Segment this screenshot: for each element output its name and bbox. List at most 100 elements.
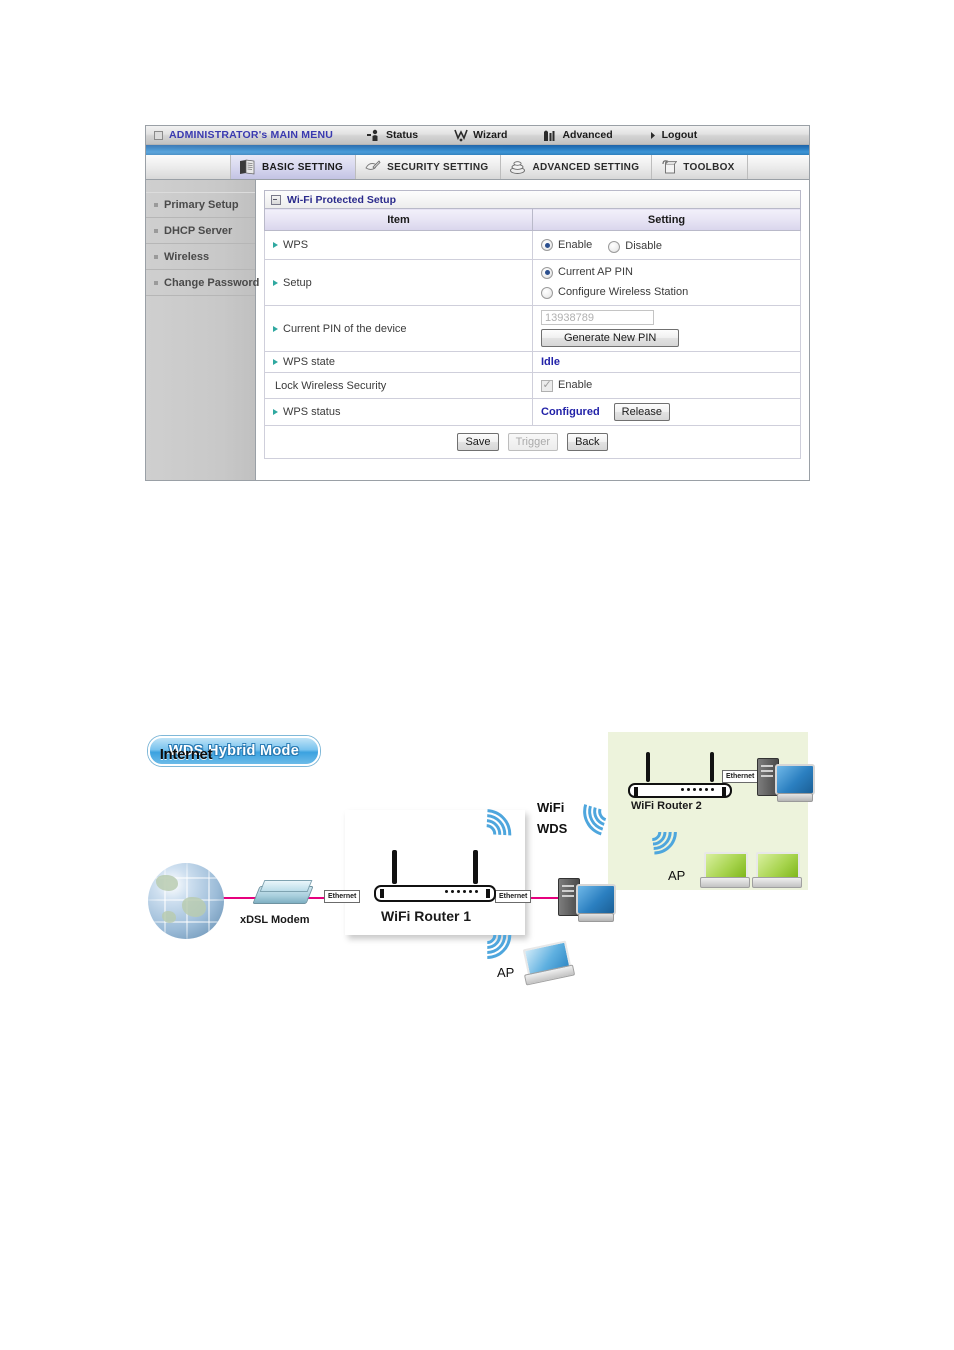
lock-enable-option: Enable: [541, 377, 792, 394]
tab-basic-setting-label: BASIC SETTING: [262, 161, 344, 173]
header-blue-band: [146, 145, 809, 155]
tab-security-setting[interactable]: SECURITY SETTING: [356, 155, 502, 179]
main-menu-items: Status Wizard Advanced Logout: [367, 129, 697, 142]
bullet-icon: [154, 280, 158, 285]
tab-basic-setting[interactable]: BASIC SETTING: [231, 155, 357, 179]
row-setting-pin-cell: Generate New PIN: [532, 305, 801, 352]
trigger-button: Trigger: [507, 433, 559, 451]
release-button[interactable]: Release: [613, 403, 671, 421]
advanced-icon: [543, 129, 557, 142]
menu-item-status[interactable]: Status: [367, 129, 418, 142]
sidebar-item-primary-setup[interactable]: Primary Setup: [146, 192, 255, 218]
wds-label: WDS: [537, 821, 568, 836]
sidebar: Primary Setup DHCP Server Wireless Chang…: [146, 180, 259, 480]
arrow-right-icon: [273, 409, 278, 415]
row-label-lock-cell: Lock Wireless Security: [264, 372, 533, 399]
row-label-wps: WPS: [283, 239, 309, 251]
radio-icon[interactable]: [608, 240, 621, 253]
row-label-lock-wireless-security: Lock Wireless Security: [275, 379, 387, 392]
table-row-wps-status: WPS status Configured Release: [264, 398, 801, 426]
internet-label: Internet: [159, 746, 213, 763]
panel-header: Wi-Fi Protected Setup: [264, 190, 801, 208]
setup-configure-station-label: Configure Wireless Station: [558, 286, 689, 298]
row-label-wps-status: WPS status: [283, 406, 341, 418]
wifi-label: WiFi: [537, 800, 565, 815]
table-row-wps: WPS Enable Disable: [264, 230, 801, 260]
row-label-wps-state-cell: WPS state: [264, 351, 533, 373]
menu-item-wizard-label: Wizard: [473, 129, 508, 141]
row-label-wps-state: WPS state: [283, 356, 335, 368]
main-menu-bar: ADMINISTRATOR's MAIN MENU Status Wizard …: [146, 126, 809, 145]
xdsl-modem-icon: [252, 880, 314, 906]
generate-new-pin-button[interactable]: Generate New PIN: [541, 329, 680, 347]
row-label-pin: Current PIN of the device: [283, 322, 407, 335]
desktop-pc-router1: [558, 878, 616, 922]
panel-title-label: Wi-Fi Protected Setup: [287, 193, 396, 206]
menu-item-logout[interactable]: Logout: [649, 129, 698, 142]
wps-settings-table: Item Setting WPS Enable Disable Setup Cu…: [264, 208, 801, 459]
save-button[interactable]: Save: [457, 433, 499, 451]
tab-toolbox-label: TOOLBOX: [683, 161, 735, 173]
row-setting-wps-state-cell: Idle: [532, 351, 801, 373]
row-label-wps-status-cell: WPS status: [264, 398, 533, 426]
table-header-row: Item Setting: [264, 208, 801, 231]
radio-icon[interactable]: [541, 266, 553, 279]
row-setting-lock-cell: Enable: [532, 372, 801, 399]
menu-item-logout-label: Logout: [661, 129, 698, 141]
row-setting-setup-cell: Current AP PIN Configure Wireless Statio…: [532, 259, 801, 306]
sidebar-item-dhcp-server-label: DHCP Server: [164, 224, 233, 237]
setup-current-ap-pin-option[interactable]: Current AP PIN: [541, 264, 792, 281]
arrow-right-icon: [649, 129, 657, 142]
arrow-right-icon: [273, 279, 278, 286]
menu-item-advanced-label: Advanced: [562, 129, 613, 141]
row-label-setup-cell: Setup: [264, 259, 533, 306]
sidebar-item-primary-setup-label: Primary Setup: [164, 199, 239, 211]
page-root: ADMINISTRATOR's MAIN MENU Status Wizard …: [0, 0, 954, 1350]
sidebar-item-change-password[interactable]: Change Password: [146, 270, 259, 296]
menu-item-wizard[interactable]: Wizard: [454, 129, 507, 142]
menu-item-status-label: Status: [386, 129, 419, 141]
wifi-router-1-label: WiFi Router 1: [381, 908, 472, 924]
sidebar-item-wireless-label: Wireless: [164, 250, 210, 263]
tab-toolbox[interactable]: TOOLBOX: [652, 155, 748, 179]
content-area: Wi-Fi Protected Setup Item Setting WPS E…: [256, 180, 809, 480]
radio-icon[interactable]: [541, 286, 553, 299]
laptop-right-2: [752, 852, 802, 888]
wds-hybrid-mode-diagram: WDS Hybrid Mode Internet xDSL Modem Ethe…: [0, 720, 954, 1010]
laptop-left-ap: [519, 940, 576, 986]
current-pin-input[interactable]: [541, 310, 654, 325]
shield-pen-icon: [364, 159, 381, 175]
sidebar-item-dhcp-server[interactable]: DHCP Server: [146, 218, 255, 244]
table-row-footer: Save Trigger Back: [264, 425, 801, 459]
column-header-setting: Setting: [532, 208, 801, 231]
tab-advanced-setting[interactable]: ADVANCED SETTING: [501, 155, 653, 179]
tab-advanced-setting-label: ADVANCED SETTING: [532, 161, 640, 173]
column-header-item: Item: [264, 208, 533, 231]
tab-security-setting-label: SECURITY SETTING: [387, 161, 489, 173]
ap-label-right: AP: [668, 868, 686, 883]
stack-icon: [509, 159, 526, 175]
setup-configure-station-option[interactable]: Configure Wireless Station: [541, 284, 792, 301]
window-box-icon: [154, 130, 163, 140]
checkbox-icon: [541, 378, 553, 392]
sidebar-item-wireless[interactable]: Wireless: [146, 244, 255, 270]
setup-current-ap-pin-label: Current AP PIN: [558, 266, 633, 278]
router-admin-window: ADMINISTRATOR's MAIN MENU Status Wizard …: [145, 125, 810, 481]
wps-disable-label: Disable: [625, 240, 662, 252]
row-label-wps-cell: WPS: [264, 230, 533, 260]
collapse-icon[interactable]: [271, 194, 281, 205]
wps-enable-option[interactable]: Enable: [541, 237, 592, 254]
wps-state-value: Idle: [541, 356, 560, 368]
wifi-router-2-label: WiFi Router 2: [631, 800, 702, 812]
back-button[interactable]: Back: [567, 433, 608, 451]
wizard-icon: [454, 129, 468, 142]
xdsl-modem-label: xDSL Modem: [240, 914, 310, 926]
sidebar-item-change-password-label: Change Password: [164, 276, 260, 289]
ap-label-left: AP: [497, 965, 515, 980]
desktop-pc-router2: [757, 758, 815, 802]
ethernet-tag-router1-lan: Ethernet: [495, 890, 532, 903]
radio-icon[interactable]: [541, 239, 553, 251]
ui-body: Primary Setup DHCP Server Wireless Chang…: [146, 180, 809, 480]
menu-item-advanced[interactable]: Advanced: [543, 129, 613, 142]
wps-disable-option[interactable]: Disable: [608, 238, 662, 255]
